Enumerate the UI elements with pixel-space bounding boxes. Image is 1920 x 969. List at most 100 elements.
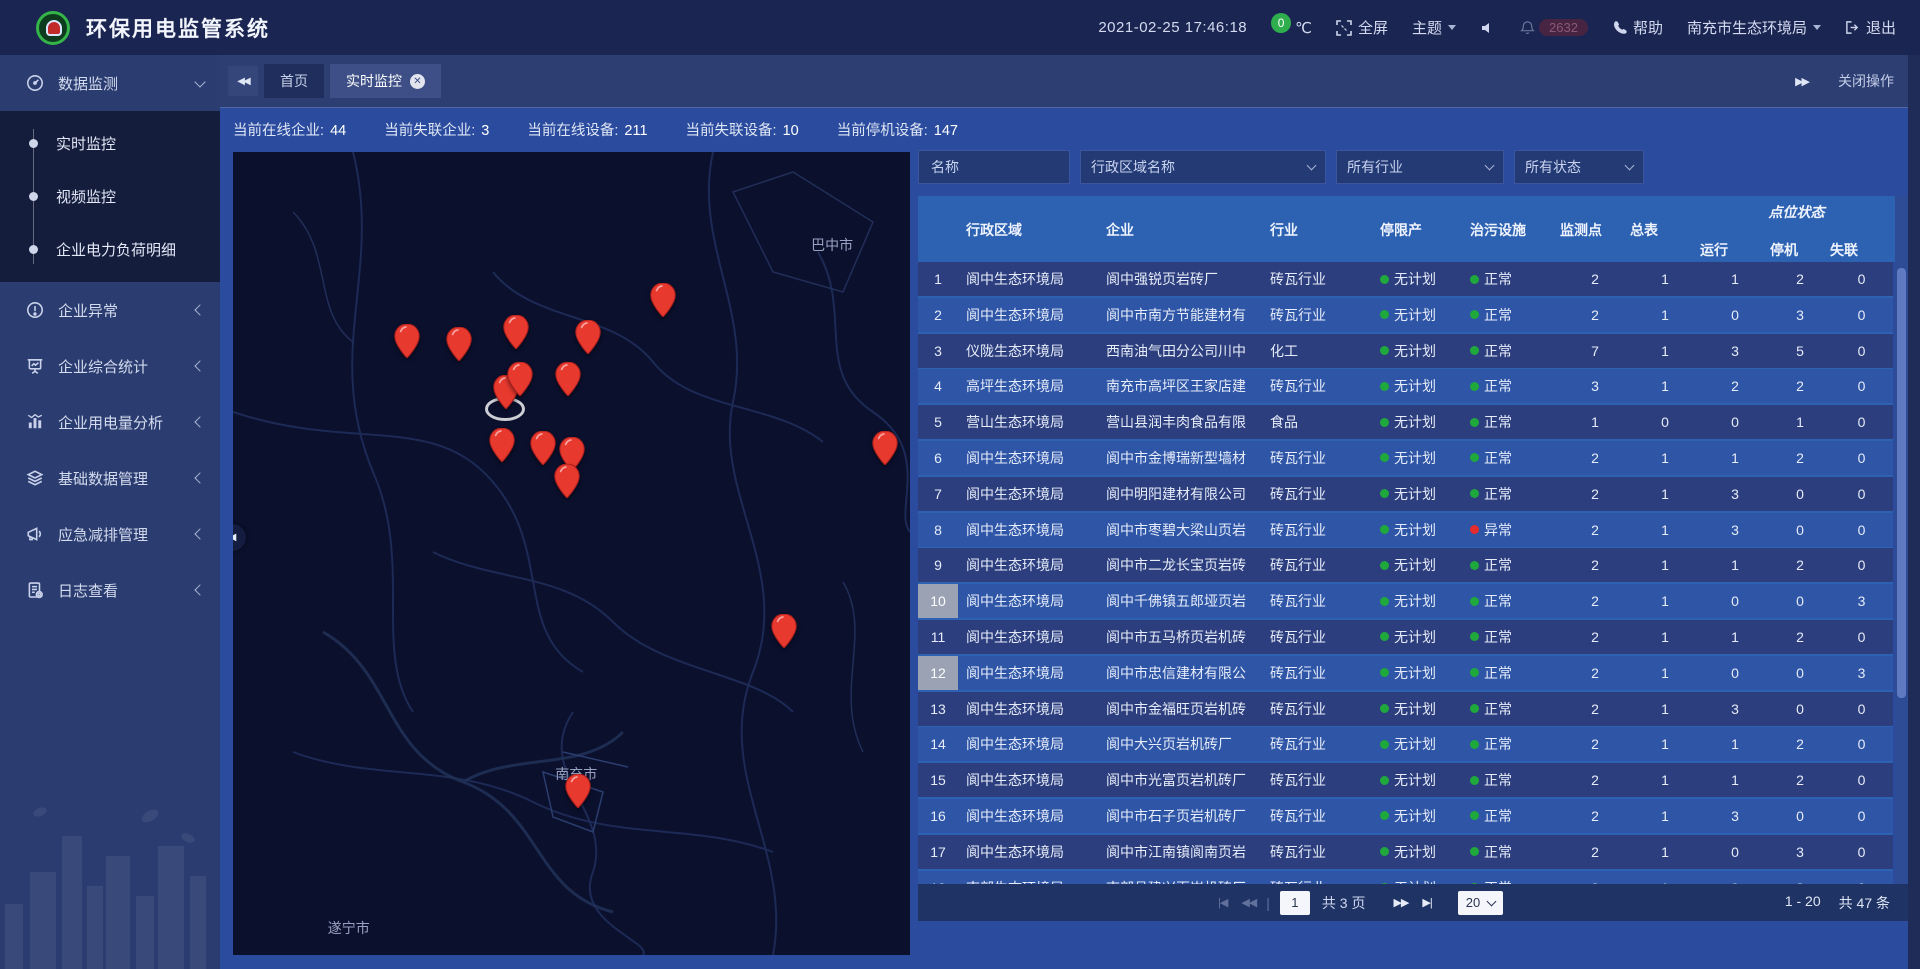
first-page-button[interactable]: |◀ — [1218, 896, 1227, 909]
prev-page-button[interactable]: ◀◀ — [1241, 896, 1256, 909]
map-pin[interactable] — [554, 464, 580, 498]
row-meters-cell: 1 — [1630, 369, 1700, 403]
next-page-button[interactable]: ▶▶ — [1393, 896, 1408, 909]
table-row[interactable]: 18南部生态环境局南部县建兴页岩机砖厂砖瓦行业无计划正常21030 — [918, 871, 1893, 884]
map-city-label: 巴中市 — [811, 235, 853, 255]
sidebar-item-power-analysis[interactable]: 企业用电量分析 — [0, 394, 220, 450]
org-dropdown[interactable]: 南充市生态环境局 — [1687, 17, 1821, 38]
map-pin[interactable] — [575, 320, 601, 354]
row-meters-cell: 1 — [1630, 692, 1700, 726]
map-pin[interactable] — [507, 362, 533, 396]
tab-realtime-monitor[interactable]: 实时监控 ✕ — [330, 64, 441, 98]
map-pin[interactable] — [489, 428, 515, 462]
row-limit-cell: 无计划 — [1380, 548, 1470, 582]
close-operations-button[interactable]: 关闭操作 — [1838, 71, 1894, 91]
status-dot-icon — [1470, 310, 1479, 319]
column-header-stopped: 停机 — [1770, 240, 1830, 260]
scrollbar-thumb[interactable] — [1897, 268, 1906, 698]
sidebar-item-base-data[interactable]: 基础数据管理 — [0, 450, 220, 506]
table-row[interactable]: 7阆中生态环境局阆中明阳建材有限公司砖瓦行业无计划正常21300 — [918, 477, 1893, 511]
row-company-cell: 阆中市枣碧大梁山页岩 — [1106, 513, 1262, 547]
table-scrollbar[interactable] — [1895, 196, 1908, 884]
sidebar-item-label: 企业异常 — [58, 300, 196, 321]
tabs-scroll-left-button[interactable]: ◀◀ — [228, 66, 258, 96]
status-dot-icon — [1470, 740, 1479, 749]
table-row[interactable]: 2阆中生态环境局阆中市南方节能建材有砖瓦行业无计划正常21030 — [918, 298, 1893, 332]
row-running-cell: 0 — [1700, 584, 1770, 618]
row-region-cell: 营山生态环境局 — [958, 405, 1106, 439]
table-row[interactable]: 11阆中生态环境局阆中市五马桥页岩机砖砖瓦行业无计划正常21120 — [918, 620, 1893, 654]
table-row[interactable]: 13阆中生态环境局阆中市金福旺页岩机砖砖瓦行业无计划正常21300 — [918, 692, 1893, 726]
limit-status-label: 无计划 — [1394, 341, 1436, 361]
status-dot-icon — [1380, 704, 1389, 713]
fullscreen-button[interactable]: 全屏 — [1336, 17, 1388, 38]
table-row[interactable]: 8阆中生态环境局阆中市枣碧大梁山页岩砖瓦行业无计划异常21300 — [918, 513, 1893, 547]
row-industry-cell: 砖瓦行业 — [1262, 835, 1380, 869]
row-index-cell: 7 — [918, 477, 958, 511]
sidebar-subitem[interactable]: 实时监控 — [0, 117, 220, 170]
row-facility-cell: 正常 — [1470, 871, 1560, 884]
table-row[interactable]: 9阆中生态环境局阆中市二龙长宝页岩砖砖瓦行业无计划正常21120 — [918, 548, 1893, 582]
sidebar-item-enterprise-stats[interactable]: 企业综合统计 — [0, 338, 220, 394]
theme-dropdown[interactable]: 主题 — [1412, 17, 1456, 38]
table-row[interactable]: 1阆中生态环境局阆中强锐页岩砖厂砖瓦行业无计划正常21120 — [918, 262, 1893, 296]
map-pin[interactable] — [555, 362, 581, 396]
sidebar-subitem[interactable]: 视频监控 — [0, 170, 220, 223]
table-row[interactable]: 10阆中生态环境局阆中千佛镇五郎垭页岩砖瓦行业无计划正常21003 — [918, 584, 1893, 618]
map-pin[interactable] — [503, 315, 529, 349]
row-company-cell: 阆中千佛镇五郎垭页岩 — [1106, 584, 1262, 618]
sidebar-item-data-monitor[interactable]: 数据监测 — [0, 55, 220, 111]
last-page-button[interactable]: ▶| — [1422, 896, 1431, 909]
row-running-cell: 0 — [1700, 835, 1770, 869]
map-panel[interactable]: ◀ 巴中市南充市遂宁市 — [233, 152, 910, 955]
sidebar-subitem[interactable]: 企业电力负荷明细 — [0, 223, 220, 276]
notifications-button[interactable]: 2632 — [1520, 19, 1588, 36]
row-limit-cell: 无计划 — [1380, 405, 1470, 439]
close-icon[interactable]: ✕ — [410, 74, 425, 89]
map-pin[interactable] — [565, 774, 591, 808]
row-offline-cell: 0 — [1830, 262, 1893, 296]
table-row[interactable]: 5营山生态环境局营山县润丰肉食品有限食品无计划正常10010 — [918, 405, 1893, 439]
column-header-region: 行政区域 — [958, 220, 1106, 240]
logout-button[interactable]: 退出 — [1845, 17, 1896, 38]
table-row[interactable]: 4高坪生态环境局南充市高坪区王家店建砖瓦行业无计划正常31220 — [918, 369, 1893, 403]
map-pin[interactable] — [394, 324, 420, 358]
map-pin[interactable] — [650, 283, 676, 317]
status-filter-select[interactable]: 所有状态 — [1514, 150, 1644, 184]
industry-filter-select[interactable]: 所有行业 — [1336, 150, 1504, 184]
tab-home[interactable]: 首页 — [264, 64, 324, 98]
table-row[interactable]: 12阆中生态环境局阆中市忠信建材有限公砖瓦行业无计划正常21003 — [918, 656, 1893, 690]
map-pin[interactable] — [771, 614, 797, 648]
table-header: 点位状态 行政区域 企业 行业 停限产 治污设施 监测点 总表 运行 停机 失联 — [918, 196, 1908, 262]
row-index-cell: 4 — [918, 369, 958, 403]
help-button[interactable]: 帮助 — [1612, 17, 1663, 38]
sidebar-item-enterprise-abnormal[interactable]: 企业异常 — [0, 282, 220, 338]
sidebar-item-logs[interactable]: 日志查看 — [0, 562, 220, 618]
map-pin[interactable] — [530, 431, 556, 465]
table-row[interactable]: 17阆中生态环境局阆中市江南镇阆南页岩砖瓦行业无计划正常21030 — [918, 835, 1893, 869]
total-count-label: 共 47 条 — [1839, 893, 1890, 913]
table-row[interactable]: 15阆中生态环境局阆中市光富页岩机砖厂砖瓦行业无计划正常21120 — [918, 763, 1893, 797]
row-points-cell: 2 — [1560, 799, 1630, 833]
page-scrollbar-track[interactable] — [1908, 55, 1920, 969]
name-filter-field[interactable] — [918, 150, 1070, 184]
speaker-icon[interactable] — [1480, 20, 1496, 36]
row-company-cell: 阆中大兴页岩机砖厂 — [1106, 727, 1262, 761]
facility-status-label: 正常 — [1484, 305, 1512, 325]
region-filter-select[interactable]: 行政区域名称 — [1080, 150, 1326, 184]
sidebar-item-emergency[interactable]: 应急减排管理 — [0, 506, 220, 562]
region-filter-value: 行政区域名称 — [1091, 157, 1175, 177]
map-pin[interactable] — [872, 431, 898, 465]
page-size-select[interactable]: 20 — [1458, 891, 1503, 915]
name-filter-input[interactable] — [929, 158, 1059, 176]
tabs-scroll-right-button[interactable]: ▶▶ — [1795, 75, 1808, 88]
status-dot-icon — [1380, 346, 1389, 355]
facility-status-label: 正常 — [1484, 663, 1512, 683]
limit-status-label: 无计划 — [1394, 448, 1436, 468]
table-row[interactable]: 6阆中生态环境局阆中市金博瑞新型墙材砖瓦行业无计划正常21120 — [918, 441, 1893, 475]
map-pin[interactable] — [446, 327, 472, 361]
page-number-input[interactable]: 1 — [1280, 891, 1310, 915]
table-row[interactable]: 14阆中生态环境局阆中大兴页岩机砖厂砖瓦行业无计划正常21120 — [918, 727, 1893, 761]
table-row[interactable]: 3仪陇生态环境局西南油气田分公司川中化工无计划正常71350 — [918, 334, 1893, 368]
table-row[interactable]: 16阆中生态环境局阆中市石子页岩机砖厂砖瓦行业无计划正常21300 — [918, 799, 1893, 833]
